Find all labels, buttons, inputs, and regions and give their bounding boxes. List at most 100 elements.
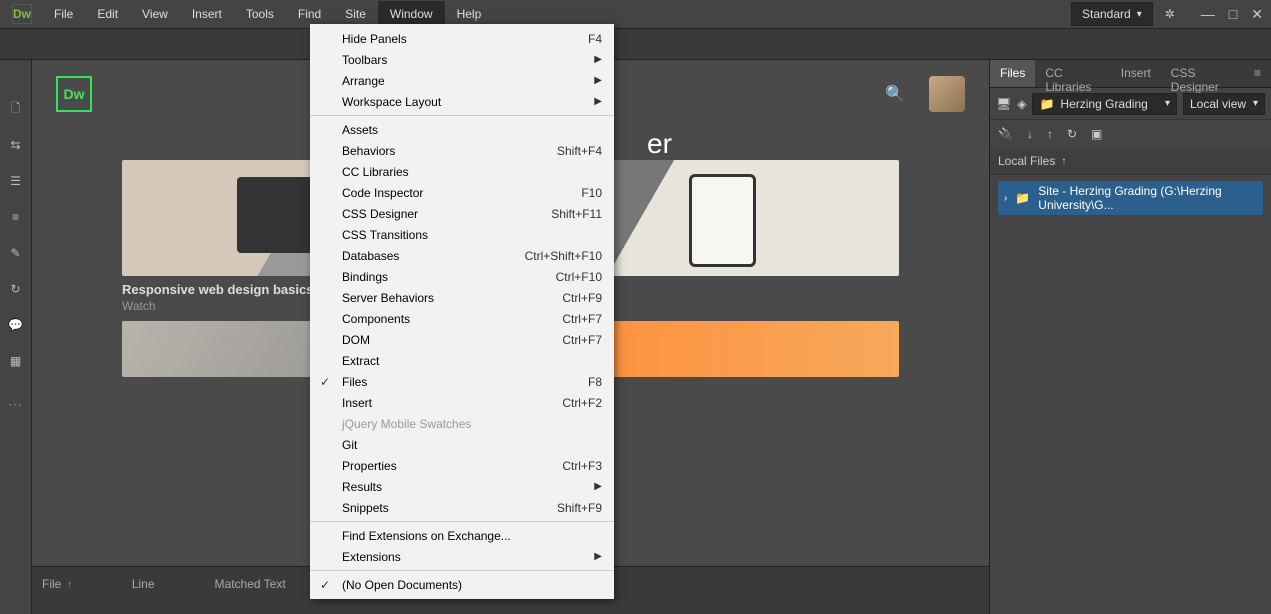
col-file[interactable]: File↑ [42,577,72,591]
tag-tool-icon[interactable]: ✎ [7,244,25,262]
submenu-arrow-icon: ▶ [594,96,602,107]
expand-icon[interactable]: ▣ [1091,127,1102,141]
menu-item-extract[interactable]: Extract [310,350,614,371]
comment-tool-icon[interactable]: 💬 [7,316,25,334]
sync-icon[interactable]: ✲ [1165,7,1175,21]
menu-item-behaviors[interactable]: BehaviorsShift+F4 [310,140,614,161]
col-matched[interactable]: Matched Text [215,577,286,591]
shortcut: Shift+F11 [551,207,602,221]
layers-tool-icon[interactable]: ☰ [7,172,25,190]
shortcut: F10 [581,186,602,200]
menu-item-jquery-mobile-swatches: jQuery Mobile Swatches [310,413,614,434]
menu-item-cc-libraries[interactable]: CC Libraries [310,161,614,182]
caret-down-icon: ▾ [1165,98,1170,109]
menu-item--no-open-documents-[interactable]: ✓(No Open Documents) [310,574,614,595]
tree-item-label: Site - Herzing Grading (G:\Herzing Unive… [1038,184,1257,212]
sort-up-icon: ↑ [67,579,72,589]
connect-icon[interactable]: 🔌 [998,127,1013,141]
refresh-icon[interactable]: ↻ [1067,127,1077,141]
submenu-arrow-icon: ▶ [594,75,602,86]
close-button[interactable]: ✕ [1251,6,1263,23]
shortcut: Ctrl+F10 [556,270,602,284]
check-icon: ✓ [320,375,330,389]
menu-item-hide-panels[interactable]: Hide PanelsF4 [310,28,614,49]
menu-item-code-inspector[interactable]: Code InspectorF10 [310,182,614,203]
menu-file[interactable]: File [42,1,85,27]
menu-item-insert[interactable]: InsertCtrl+F2 [310,392,614,413]
menu-view[interactable]: View [130,1,180,27]
menu-item-components[interactable]: ComponentsCtrl+F7 [310,308,614,329]
files-section-header[interactable]: Local Files ↑ [990,148,1271,175]
file-tool-icon[interactable]: 🗋 [7,100,25,118]
shortcut: Ctrl+Shift+F10 [525,249,602,263]
shortcut: Ctrl+F7 [562,333,602,347]
menu-item-find-extensions-on-exchange-[interactable]: Find Extensions on Exchange... [310,525,614,546]
menu-item-extensions[interactable]: Extensions▶ [310,546,614,567]
menu-item-databases[interactable]: DatabasesCtrl+Shift+F10 [310,245,614,266]
search-icon[interactable]: 🔍 [885,84,905,104]
menu-item-results[interactable]: Results▶ [310,476,614,497]
menu-item-files[interactable]: ✓FilesF8 [310,371,614,392]
menu-edit[interactable]: Edit [85,1,130,27]
chevron-right-icon: › [1004,193,1007,204]
minimize-button[interactable]: — [1201,6,1215,23]
menu-item-assets[interactable]: Assets [310,119,614,140]
shortcut: Ctrl+F2 [562,396,602,410]
menubar-right: Standard ▾ ✲ — □ ✕ [1071,0,1263,28]
right-panel-tabs: FilesCC LibrariesInsertCSS Designer≡ [990,60,1271,88]
panel-tab-files[interactable]: Files [990,60,1035,87]
dw-logo: Dw [56,76,92,112]
menu-tools[interactable]: Tools [234,1,286,27]
window-menu-dropdown: Hide PanelsF4Toolbars▶Arrange▶Workspace … [310,24,614,599]
caret-down-icon: ▾ [1253,98,1258,109]
shortcut: Shift+F9 [557,501,602,515]
menu-item-bindings[interactable]: BindingsCtrl+F10 [310,266,614,287]
workspace-selector[interactable]: Standard ▾ [1071,2,1153,26]
menu-insert[interactable]: Insert [180,1,234,27]
menu-item-dom[interactable]: DOMCtrl+F7 [310,329,614,350]
shortcut: Ctrl+F3 [562,459,602,473]
sort-up-icon: ↑ [1061,156,1066,167]
download-icon[interactable]: ↓ [1027,127,1033,141]
files-toolbar-row1: 🖥 ◈ 📁 Herzing Grading ▾ Local view ▾ [990,88,1271,120]
shortcut: Ctrl+F9 [562,291,602,305]
grid-tool-icon[interactable]: ▦ [7,352,25,370]
window-controls: — □ ✕ [1201,6,1263,23]
menu-item-properties[interactable]: PropertiesCtrl+F3 [310,455,614,476]
more-tools-icon[interactable]: ⋯ [8,396,23,413]
panel-options-icon[interactable]: ≡ [1244,60,1271,87]
panel-tab-css-designer[interactable]: CSS Designer [1161,60,1244,87]
document-toolbar [0,28,1271,60]
panel-tab-insert[interactable]: Insert [1111,60,1161,87]
user-avatar[interactable] [929,76,965,112]
align-tool-icon[interactable]: ≡ [7,208,25,226]
device-icon[interactable]: 🖥 [996,97,1011,111]
menu-item-git[interactable]: Git [310,434,614,455]
menu-item-snippets[interactable]: SnippetsShift+F9 [310,497,614,518]
menu-item-workspace-layout[interactable]: Workspace Layout▶ [310,91,614,112]
maximize-button[interactable]: □ [1229,6,1237,23]
folder-icon: 📁 [1039,97,1054,111]
site-root-item[interactable]: › 📁 Site - Herzing Grading (G:\Herzing U… [998,181,1263,215]
app-icon: Dw [12,4,32,24]
caret-down-icon: ▾ [1137,9,1142,20]
shortcut: F4 [588,32,602,46]
panel-tab-cc-libraries[interactable]: CC Libraries [1035,60,1110,87]
folder-icon: 📁 [1015,191,1030,205]
refresh-tool-icon[interactable]: ↻ [7,280,25,298]
upload-icon[interactable]: ↑ [1047,127,1053,141]
arrows-tool-icon[interactable]: ⇆ [7,136,25,154]
menu-item-css-designer[interactable]: CSS DesignerShift+F11 [310,203,614,224]
menu-item-arrange[interactable]: Arrange▶ [310,70,614,91]
files-tree: › 📁 Site - Herzing Grading (G:\Herzing U… [990,175,1271,221]
submenu-arrow-icon: ▶ [594,551,602,562]
menu-item-css-transitions[interactable]: CSS Transitions [310,224,614,245]
sync-icon[interactable]: ◈ [1017,97,1026,111]
check-icon: ✓ [320,578,330,592]
site-selector[interactable]: 📁 Herzing Grading ▾ [1032,93,1177,115]
view-selector[interactable]: Local view ▾ [1183,93,1265,115]
menu-item-toolbars[interactable]: Toolbars▶ [310,49,614,70]
menu-item-server-behaviors[interactable]: Server BehaviorsCtrl+F9 [310,287,614,308]
menubar: Dw FileEditViewInsertToolsFindSiteWindow… [0,0,1271,28]
col-line[interactable]: Line [132,577,155,591]
